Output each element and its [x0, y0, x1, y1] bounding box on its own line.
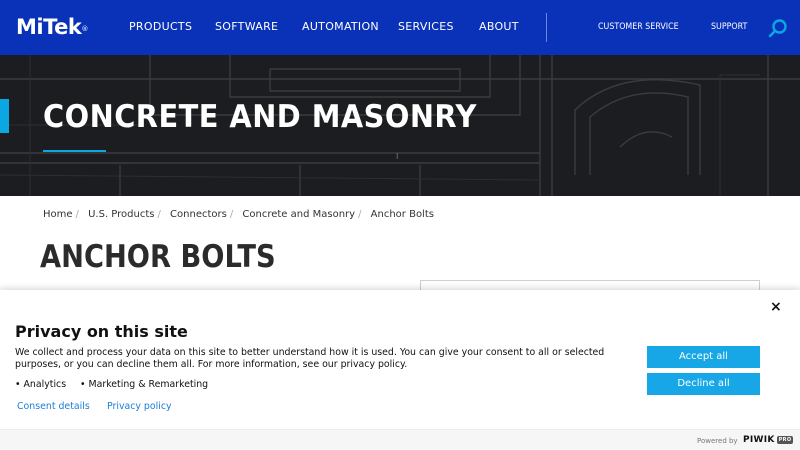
- privacy-title: Privacy on this site: [15, 322, 188, 341]
- consent-details-link[interactable]: Consent details: [17, 401, 90, 413]
- breadcrumb-separator: /: [157, 209, 161, 220]
- piwik-brand: PIWIK: [743, 435, 775, 445]
- breadcrumb-home[interactable]: Home: [43, 209, 73, 220]
- breadcrumb-us-products[interactable]: U.S. Products: [88, 209, 154, 220]
- privacy-description: We collect and process your data on this…: [15, 347, 605, 370]
- nav-about[interactable]: ABOUT: [479, 20, 519, 34]
- svg-text:I: I: [396, 152, 398, 161]
- breadcrumb-separator: /: [75, 209, 79, 220]
- top-navigation-bar: MiTek® PRODUCTS SOFTWARE AUTOMATION SERV…: [0, 0, 800, 55]
- decline-all-button[interactable]: Decline all: [647, 373, 760, 395]
- breadcrumb-separator: /: [229, 209, 234, 220]
- purpose-marketing: • Marketing & Remarketing: [80, 379, 209, 390]
- breadcrumb-anchor-bolts[interactable]: Anchor Bolts: [371, 209, 434, 220]
- accept-all-button[interactable]: Accept all: [647, 346, 760, 368]
- banner-footer: Powered by PIWIK PRO: [0, 429, 800, 450]
- close-icon[interactable]: ×: [770, 299, 782, 315]
- privacy-policy-link[interactable]: Privacy policy: [107, 401, 172, 413]
- nav-automation[interactable]: AUTOMATION: [302, 20, 379, 34]
- pro-badge: PRO: [776, 435, 794, 444]
- hero-title: CONCRETE AND MASONRY: [43, 99, 477, 135]
- piwik-pro-logo[interactable]: PIWIK PRO: [743, 434, 794, 446]
- search-icon[interactable]: [768, 18, 788, 38]
- breadcrumb-connectors[interactable]: Connectors: [170, 209, 227, 220]
- nav-products[interactable]: PRODUCTS: [129, 20, 192, 34]
- hero-banner: I CONCRETE AND MASONRY: [0, 55, 800, 196]
- nav-divider: [546, 13, 547, 42]
- logo-text: MiTek: [16, 15, 82, 39]
- breadcrumb: Home / U.S. Products / Connectors / Concret…: [43, 208, 434, 222]
- nav-customer-service[interactable]: CUSTOMER SERVICE: [598, 21, 679, 33]
- mitek-logo[interactable]: MiTek®: [16, 14, 88, 40]
- nav-software[interactable]: SOFTWARE: [215, 20, 278, 34]
- breadcrumb-separator: /: [358, 209, 362, 220]
- nav-support[interactable]: SUPPORT: [711, 21, 747, 33]
- breadcrumb-concrete-and-masonry[interactable]: Concrete and Masonry: [242, 209, 355, 220]
- powered-by-label: Powered by: [697, 437, 738, 445]
- hero-accent-bar: [0, 99, 9, 133]
- hero-underline: [43, 150, 106, 152]
- nav-services[interactable]: SERVICES: [398, 20, 454, 34]
- privacy-consent-banner: × Privacy on this site We collect and pr…: [0, 290, 800, 450]
- purpose-analytics: • Analytics: [15, 379, 67, 390]
- page-title: ANCHOR BOLTS: [40, 239, 276, 275]
- registered-mark: ®: [81, 25, 88, 33]
